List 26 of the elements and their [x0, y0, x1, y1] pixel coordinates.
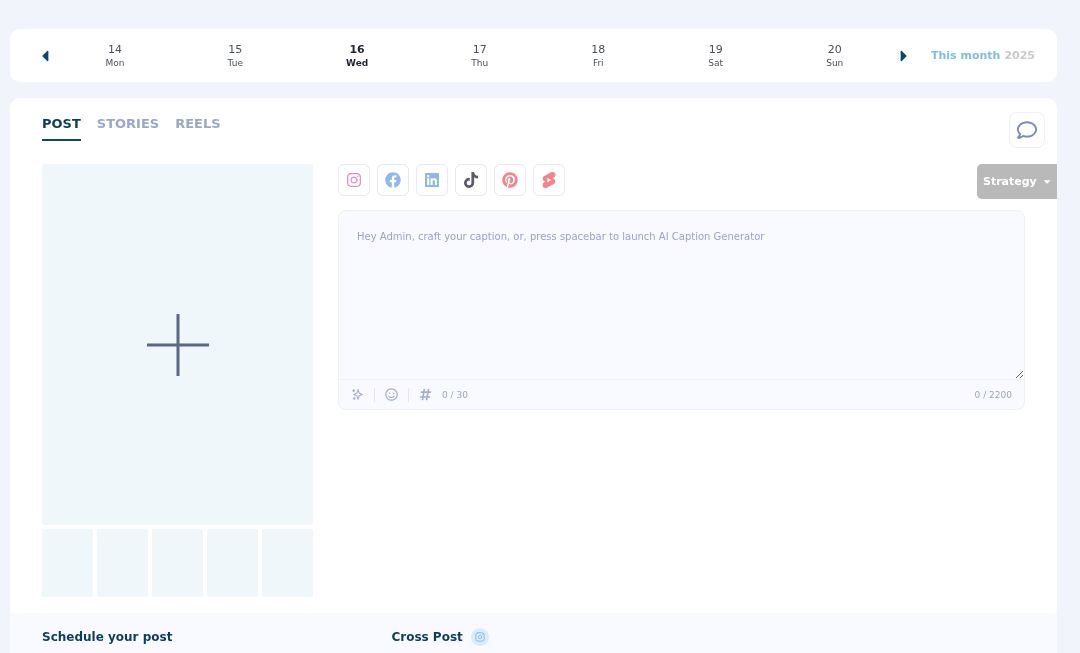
post-type-tab[interactable]: POST — [42, 112, 81, 141]
hashtag-count: 0 / 30 — [442, 389, 468, 400]
day-button[interactable]: 14 Mon — [99, 42, 131, 69]
tiktok-icon — [463, 172, 479, 188]
linkedin-icon — [424, 172, 440, 188]
pinterest-icon — [502, 172, 518, 188]
hashtag-icon[interactable] — [419, 388, 432, 401]
cross-post-title: Cross Post — [391, 630, 463, 644]
sparkle-icon[interactable] — [351, 388, 364, 401]
instagram-icon[interactable] — [470, 628, 489, 646]
plus-icon — [146, 313, 209, 376]
day-button[interactable]: 16 Wed — [340, 42, 375, 69]
day-button[interactable]: 20 Sun — [820, 42, 850, 69]
platform-button[interactable] — [455, 164, 487, 196]
character-count: 0 / 2200 — [974, 389, 1012, 400]
speech-bubble-icon — [1017, 120, 1037, 140]
day-button[interactable]: 17 Thu — [465, 42, 495, 69]
day-button[interactable]: 15 Tue — [221, 42, 249, 69]
day-button[interactable]: 18 Fri — [585, 42, 612, 69]
instagram-icon — [346, 172, 362, 188]
schedule-title: Schedule your post — [42, 630, 173, 646]
comment-button[interactable] — [1009, 112, 1045, 148]
emoji-icon[interactable] — [385, 388, 398, 401]
facebook-icon — [385, 172, 401, 188]
day-button[interactable]: 19 Sat — [702, 42, 730, 69]
shorts-icon — [541, 172, 557, 188]
